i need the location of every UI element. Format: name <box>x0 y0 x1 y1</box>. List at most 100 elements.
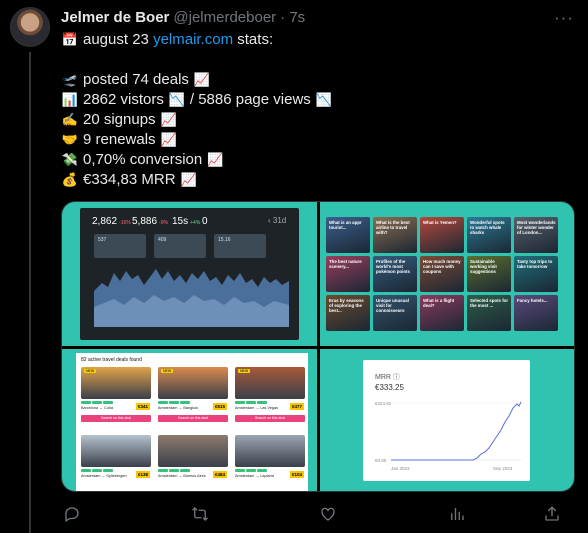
article-card: How much money can I save with coupons <box>420 256 464 292</box>
article-card-title: Profiles of the world's most pokémon poi… <box>376 259 410 274</box>
stat-emoji-icon: 🤝 <box>61 132 79 147</box>
analytics-screenshot[interactable]: 2,862 -16% 5,886 -9% 15s +4% 0 ‹ 31d 537 40… <box>62 202 317 346</box>
visitors-stat: 2,862 -16% <box>92 216 131 227</box>
deal-price: €477 <box>289 403 304 410</box>
like-icon[interactable] <box>317 503 339 525</box>
mini-panel: 15.16 <box>214 234 266 258</box>
deal-price: €515 <box>212 403 227 410</box>
author-name[interactable]: Jelmer de Boer <box>61 9 169 26</box>
pageviews-stat: 5,886 -9% <box>132 216 168 227</box>
article-card-title: Eras by seasons of exploring the best... <box>329 298 364 313</box>
article-card-title: What is a flight deal? <box>423 298 455 308</box>
article-card: Wonderful spots to watch whale sharks <box>467 217 511 253</box>
stat-line: 💸 0,70% conversion 📈 <box>61 150 333 170</box>
trend-icon: 📈 <box>160 132 177 147</box>
article-card: Fancy hotels... <box>514 295 558 331</box>
trend-icon: 📈 <box>180 172 197 187</box>
article-card-title: What is the best airline to travel with? <box>376 220 410 235</box>
deal-card: €104 Amsterdam → Lapland <box>235 435 305 491</box>
stat-emoji-icon: 📊 <box>61 92 79 107</box>
deal-card: NEW €341 Barcelona → Cuba Search on this… <box>81 367 151 430</box>
date-text: august 23 <box>83 31 154 48</box>
new-badge: NEW <box>238 369 251 373</box>
stat-line: ✍️ 20 signups 📈 <box>61 110 333 130</box>
article-card-title: Tasty top trips to take tomorrow <box>517 259 553 269</box>
deal-price: €341 <box>135 403 150 410</box>
mrr-x-start: Jan 2023 <box>391 466 410 471</box>
article-card: What is a flight deal? <box>420 295 464 331</box>
mrr-x-end: Sep 2023 <box>493 466 513 471</box>
stat-emoji-icon: ✍️ <box>61 112 79 127</box>
article-card: Most wonderlands for winter wonder of Lo… <box>514 217 558 253</box>
article-card: The best nature scenery... <box>326 256 370 292</box>
deal-price: €484 <box>212 471 227 478</box>
deals-screenshot[interactable]: 82 active travel deals found NEW €341 Ba… <box>62 349 317 491</box>
deal-price: €104 <box>289 471 304 478</box>
mrr-screenshot[interactable]: €324.82 €0.00 Jan 2023 Sep 2023 MRR ⓘ €3… <box>320 349 574 491</box>
stat-text: 2862 vistors <box>83 91 164 108</box>
mrr-label: MRR ⓘ <box>375 374 400 381</box>
deals-title: 82 active travel deals found <box>81 357 142 363</box>
deal-image <box>235 435 305 467</box>
retweet-icon[interactable] <box>189 503 211 525</box>
trend-icon: 📉 <box>315 92 332 107</box>
tweet-time[interactable]: · 7s <box>280 9 305 26</box>
article-card-title: Fancy hotels... <box>517 298 548 303</box>
media-grid[interactable]: 2,862 -16% 5,886 -9% 15s +4% 0 ‹ 31d 537 40… <box>61 201 575 492</box>
stat-text: / 5886 page views <box>189 91 311 108</box>
article-card-title: The best nature scenery... <box>329 259 362 269</box>
article-card-title: What is Yemen? <box>423 220 457 225</box>
calendar-icon: 📅 <box>61 32 79 47</box>
reply-icon[interactable] <box>61 503 83 525</box>
tweet-body: 📅 august 23 yelmair.com stats: 🛫 posted 7… <box>61 30 333 190</box>
stat-text: 0,70% conversion <box>83 151 203 168</box>
date-range: ‹ 31d <box>268 216 287 225</box>
traffic-area-chart <box>94 269 289 327</box>
deal-card: €484 Amsterdam → Buenos Aires <box>158 435 228 491</box>
mini-panel: 537 <box>94 234 146 258</box>
stat-emoji-icon: 🛫 <box>61 72 79 87</box>
trend-icon: 📉 <box>168 92 185 107</box>
new-badge: NEW <box>84 369 97 373</box>
mrr-card: €324.82 €0.00 Jan 2023 Sep 2023 MRR ⓘ €3… <box>363 360 530 481</box>
stat-line: 💰 €334,83 MRR 📈 <box>61 170 333 190</box>
stat-emoji-icon: 💰 <box>61 172 79 187</box>
stat-text: 9 renewals <box>83 131 156 148</box>
share-icon[interactable] <box>541 503 563 525</box>
deal-image: NEW <box>158 367 228 399</box>
author-handle[interactable]: @jelmerdeboer <box>173 9 276 26</box>
article-card: Eras by seasons of exploring the best... <box>326 295 370 331</box>
duration-stat: 15s +4% <box>172 216 201 227</box>
article-card: Selected spots for the most ... <box>467 295 511 331</box>
stat-text: posted 74 deals <box>83 71 189 88</box>
article-card-title: What is an appr tourist... <box>329 220 362 230</box>
mrr-value: €333.25 <box>375 383 404 392</box>
article-card-title: Selected spots for the most ... <box>470 298 509 308</box>
article-card: What is the best airline to travel with? <box>373 217 417 253</box>
site-link[interactable]: yelmair.com <box>153 31 233 48</box>
blog-grid-screenshot[interactable]: What is an appr tourist... What is the be… <box>320 202 574 346</box>
more-options-icon[interactable]: ··· <box>554 8 574 28</box>
article-card: What is an appr tourist... <box>326 217 370 253</box>
tweet-actions <box>61 503 575 525</box>
stat-emoji-icon: 💸 <box>61 152 79 167</box>
trend-icon: 📈 <box>160 112 177 127</box>
mrr-y-top: €324.82 <box>375 401 392 406</box>
deal-search-button: Search on this deal <box>158 415 228 422</box>
mrr-y-bottom: €0.00 <box>375 458 387 463</box>
views-icon[interactable] <box>446 503 468 525</box>
article-card-title: Sustainable working visit suggestions <box>470 259 497 274</box>
stats-header-line: 📅 august 23 yelmair.com stats: <box>61 30 333 50</box>
new-badge: NEW <box>161 369 174 373</box>
author-avatar[interactable] <box>10 7 50 47</box>
stat-line: 📊 2862 vistors 📉 / 5886 page views 📉 <box>61 90 333 110</box>
stat-line: 🛫 posted 74 deals 📈 <box>61 70 333 90</box>
article-card-title: Most wonderlands for winter wonder of Lo… <box>517 220 556 235</box>
article-card-title: Unique unusual visit for connoisseurs <box>376 298 409 313</box>
trend-icon: 📈 <box>207 152 224 167</box>
deal-image <box>81 435 151 467</box>
realtime-stat: 0 <box>202 216 208 227</box>
article-card-title: Wonderful spots to watch whale sharks <box>470 220 505 235</box>
stat-text: 20 signups <box>83 111 156 128</box>
thread-line <box>29 52 31 533</box>
